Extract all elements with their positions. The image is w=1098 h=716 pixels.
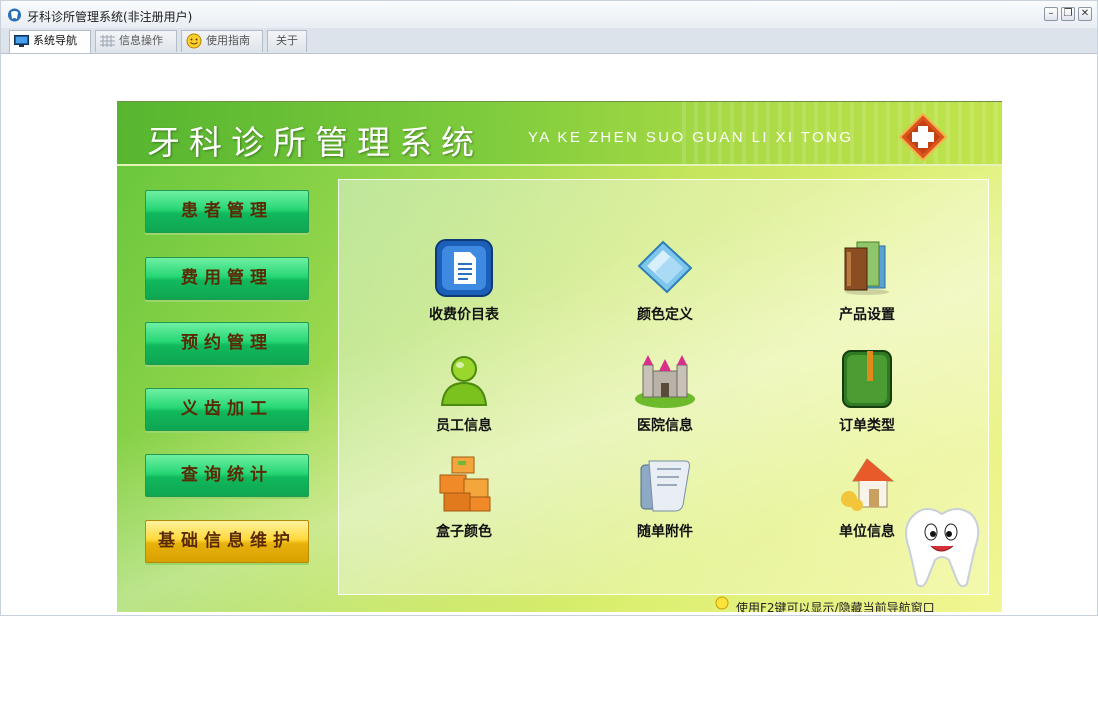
item-staff-info[interactable]: 员工信息	[394, 349, 534, 439]
item-hospital-info[interactable]: 医院信息	[595, 349, 735, 439]
banner-pinyin: YA KE ZHEN SUO GUAN LI XI TONG	[528, 129, 854, 146]
document-icon	[435, 239, 493, 297]
banner-title: 牙科诊所管理系统	[147, 123, 483, 162]
nav-appointment-management[interactable]: 预约管理	[145, 322, 309, 365]
user-icon	[440, 356, 488, 406]
nav-denture-processing[interactable]: 义齿加工	[145, 388, 309, 431]
smiley-icon	[186, 33, 202, 49]
tooth-mascot-icon	[905, 508, 980, 588]
tab-user-guide[interactable]: 使用指南	[181, 30, 263, 52]
nav-basic-info-maintenance[interactable]: 基础信息维护	[145, 520, 309, 563]
content-area: 收费价目表 颜色定义 产品设置 员工信息 医院信息 订单类型 盒子颜色 随单附件…	[338, 179, 989, 595]
grid-icon	[100, 35, 115, 47]
bulb-icon	[715, 596, 729, 610]
app-window: 牙科诊所管理系统(非注册用户) – ❐ ✕ 系统导航 信息操作 使用指南 关于 …	[0, 0, 1098, 616]
tab-bar: 系统导航 信息操作 使用指南 关于	[1, 28, 1097, 54]
item-fee-price-list[interactable]: 收费价目表	[394, 238, 534, 328]
hint-bar: 使用F2键可以显示/隐藏当前导航窗口	[712, 595, 1002, 612]
item-label: 随单附件	[637, 524, 693, 540]
minimize-button[interactable]: –	[1044, 7, 1058, 21]
house-icon	[841, 458, 895, 511]
castle-icon	[635, 355, 695, 408]
item-label: 盒子颜色	[436, 524, 492, 540]
item-color-definition[interactable]: 颜色定义	[595, 238, 735, 328]
item-label: 医院信息	[637, 418, 693, 434]
nav-fee-management[interactable]: 费用管理	[145, 257, 309, 300]
item-label: 颜色定义	[637, 307, 693, 323]
attachment-icon	[640, 460, 690, 512]
item-label: 员工信息	[436, 418, 492, 434]
item-order-type[interactable]: 订单类型	[797, 349, 937, 439]
red-cross-logo-icon	[898, 112, 948, 162]
tab-about[interactable]: 关于	[267, 30, 307, 52]
notebook-icon	[842, 350, 892, 408]
books-icon	[844, 241, 889, 295]
tab-label: 使用指南	[206, 34, 250, 47]
hint-text: 使用F2键可以显示/隐藏当前导航窗口	[736, 601, 935, 612]
boxes-icon	[439, 456, 491, 512]
app-logo-icon	[8, 8, 21, 22]
item-box-color[interactable]: 盒子颜色	[394, 455, 534, 545]
close-button[interactable]: ✕	[1078, 7, 1092, 21]
nav-patient-management[interactable]: 患者管理	[145, 190, 309, 233]
color-card-icon	[637, 240, 693, 294]
nav-query-statistics[interactable]: 查询统计	[145, 454, 309, 497]
tab-label: 关于	[276, 34, 298, 47]
tab-info-ops[interactable]: 信息操作	[95, 30, 177, 52]
window-title: 牙科诊所管理系统(非注册用户)	[27, 10, 193, 24]
item-label: 产品设置	[839, 307, 895, 323]
restore-button[interactable]: ❐	[1061, 7, 1075, 21]
item-label: 收费价目表	[429, 307, 499, 323]
item-label: 订单类型	[839, 418, 895, 434]
item-order-attachment[interactable]: 随单附件	[595, 455, 735, 545]
tab-system-nav[interactable]: 系统导航	[9, 30, 91, 53]
tab-label: 信息操作	[119, 34, 163, 47]
navigation-panel: 牙科诊所管理系统 YA KE ZHEN SUO GUAN LI XI TONG …	[117, 101, 1002, 612]
monitor-icon	[14, 35, 29, 47]
banner: 牙科诊所管理系统 YA KE ZHEN SUO GUAN LI XI TONG	[117, 102, 1002, 166]
tab-label: 系统导航	[33, 34, 77, 47]
item-product-settings[interactable]: 产品设置	[797, 238, 937, 328]
title-bar: 牙科诊所管理系统(非注册用户) – ❐ ✕	[1, 1, 1097, 29]
